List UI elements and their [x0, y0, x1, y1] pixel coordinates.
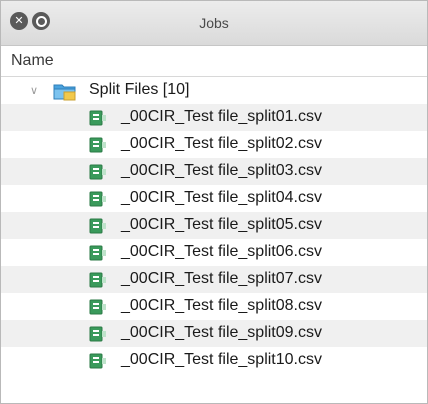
title-bar: ✕ Jobs	[1, 1, 427, 46]
csv-file-icon	[89, 191, 106, 207]
chevron-down-icon[interactable]: ∨	[30, 84, 38, 97]
column-header-label: Name	[11, 52, 54, 69]
file-label: _00CIR_Test file_split05.csv	[121, 216, 322, 233]
csv-file-icon	[89, 353, 106, 369]
csv-file-icon	[89, 218, 106, 234]
file-label: _00CIR_Test file_split02.csv	[121, 135, 322, 152]
csv-file-icon	[89, 110, 106, 126]
tree-row-file[interactable]: _00CIR_Test file_split05.csv	[1, 212, 427, 239]
tree-row-file[interactable]: _00CIR_Test file_split01.csv	[1, 104, 427, 131]
file-tree: ∨ Split Files [10] _00CIR_Test file_spli…	[1, 77, 427, 374]
file-label: _00CIR_Test file_split08.csv	[121, 297, 322, 314]
tree-row-file[interactable]: _00CIR_Test file_split06.csv	[1, 239, 427, 266]
csv-file-icon	[89, 137, 106, 153]
folder-label: Split Files [10]	[89, 81, 190, 98]
tree-row-file[interactable]: _00CIR_Test file_split10.csv	[1, 347, 427, 374]
csv-file-icon	[89, 245, 106, 261]
file-label: _00CIR_Test file_split04.csv	[121, 189, 322, 206]
csv-file-icon	[89, 272, 106, 288]
tree-row-file[interactable]: _00CIR_Test file_split08.csv	[1, 293, 427, 320]
csv-file-icon	[89, 164, 106, 180]
tree-row-file[interactable]: _00CIR_Test file_split07.csv	[1, 266, 427, 293]
folder-icon	[53, 84, 76, 101]
file-label: _00CIR_Test file_split06.csv	[121, 243, 322, 260]
tree-row-file[interactable]: _00CIR_Test file_split02.csv	[1, 131, 427, 158]
file-label: _00CIR_Test file_split10.csv	[121, 351, 322, 368]
jobs-window: ✕ Jobs Name ∨ Split Files [10] _00CIR_Te…	[0, 0, 428, 404]
tree-row-file[interactable]: _00CIR_Test file_split04.csv	[1, 185, 427, 212]
csv-file-icon	[89, 326, 106, 342]
column-header-name[interactable]: Name	[1, 46, 427, 77]
file-label: _00CIR_Test file_split07.csv	[121, 270, 322, 287]
window-title: Jobs	[199, 15, 229, 31]
tree-row-file[interactable]: _00CIR_Test file_split09.csv	[1, 320, 427, 347]
file-label: _00CIR_Test file_split03.csv	[121, 162, 322, 179]
tree-row-folder[interactable]: ∨ Split Files [10]	[1, 77, 427, 104]
tree-row-file[interactable]: _00CIR_Test file_split03.csv	[1, 158, 427, 185]
file-label: _00CIR_Test file_split09.csv	[121, 324, 322, 341]
file-label: _00CIR_Test file_split01.csv	[121, 108, 322, 125]
csv-file-icon	[89, 299, 106, 315]
